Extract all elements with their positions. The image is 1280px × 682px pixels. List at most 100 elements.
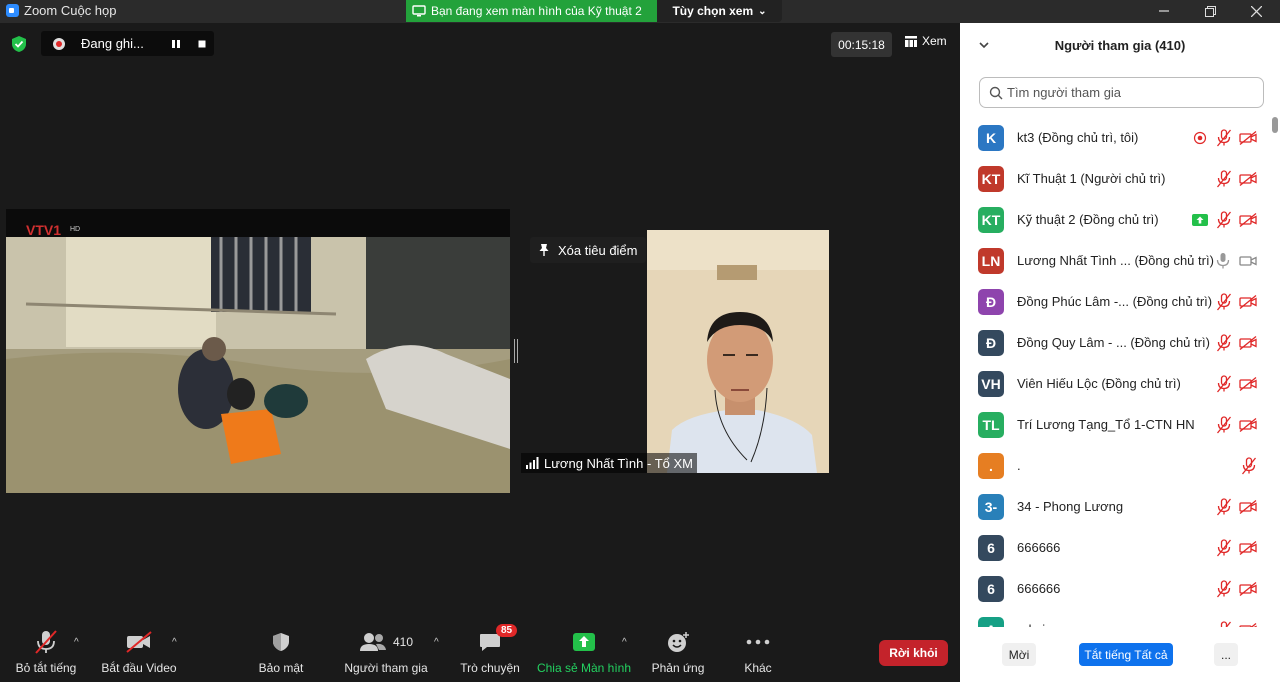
pause-recording-button[interactable] (170, 38, 182, 50)
participant-avatar: Đ (978, 329, 1004, 356)
leave-meeting-button[interactable]: Rời khỏi (879, 640, 948, 666)
recording-icon (1193, 131, 1207, 145)
video-options-caret-icon[interactable]: ^ (172, 637, 177, 648)
participant-row[interactable]: VH Viên Hiếu Lộc (Đồng chủ trì) (960, 363, 1270, 404)
participant-name: Kĩ Thuật 1 (Người chủ trì) (1017, 171, 1166, 186)
resize-divider-handle[interactable] (514, 339, 518, 363)
restore-button[interactable] (1187, 0, 1233, 22)
participant-avatar: Đ (978, 288, 1004, 315)
unmute-button[interactable]: Bỏ tắt tiếng (14, 623, 78, 682)
view-options-button[interactable]: Tùy chọn xem ⌄ (657, 0, 782, 22)
video-camera-off-icon[interactable] (1239, 171, 1257, 186)
participant-list-scrollbar[interactable] (1270, 117, 1278, 627)
participants-button[interactable]: 410 Người tham gia (342, 623, 430, 682)
close-icon (1250, 5, 1262, 17)
microphone-muted-icon[interactable] (1216, 415, 1232, 434)
reactions-button[interactable]: Phản ứng (650, 623, 706, 682)
remove-spotlight-button[interactable]: Xóa tiêu điểm (530, 237, 646, 263)
start-video-label: Bắt đầu Video (101, 661, 177, 675)
microphone-muted-icon[interactable] (1216, 292, 1232, 311)
stop-recording-button[interactable] (196, 38, 208, 50)
video-camera-icon[interactable] (1239, 254, 1257, 268)
scrollbar-thumb[interactable] (1272, 117, 1278, 133)
screen-sharing-icon (1192, 213, 1208, 226)
screen-share-banner: Bạn đang xem màn hình của Kỹ thuật 2 (406, 0, 657, 22)
participant-name: Trí Lương Tạng_Tổ 1-CTN HN (1017, 417, 1195, 432)
microphone-muted-icon[interactable] (1216, 374, 1232, 393)
participant-row[interactable]: Kkt3 (Đồng chủ trì, tôi) (960, 117, 1270, 158)
video-camera-off-icon[interactable] (1239, 294, 1257, 309)
participant-avatar: 6 (978, 534, 1004, 561)
video-camera-off-icon[interactable] (1239, 417, 1257, 432)
participant-row[interactable]: 3- 34 - Phong Lương (960, 486, 1270, 527)
invite-button[interactable]: Mời (1002, 643, 1036, 666)
video-camera-off-icon (126, 631, 152, 653)
participant-name: admin (1017, 622, 1197, 627)
microphone-muted-icon[interactable] (1216, 579, 1232, 598)
video-camera-off-icon[interactable] (1239, 130, 1257, 145)
close-button[interactable] (1233, 0, 1279, 22)
meeting-timer: 00:15:18 (831, 32, 892, 57)
participants-panel: Người tham gia (410) Kkt3 (Đồng chủ trì,… (960, 23, 1280, 682)
participants-options-caret-icon[interactable]: ^ (434, 637, 439, 648)
microphone-muted-icon[interactable] (1216, 620, 1232, 627)
video-camera-off-icon[interactable] (1239, 335, 1257, 350)
start-video-button[interactable]: Bắt đầu Video (100, 623, 178, 682)
window-title: Zoom Cuộc họp (24, 3, 117, 18)
microphone-muted-icon[interactable] (1216, 538, 1232, 557)
participant-row[interactable]: Đ Đồng Quy Lâm - ... (Đồng chủ trì) (960, 322, 1270, 363)
participant-row[interactable]: Đ Đồng Phúc Lâm -... (Đồng chủ trì) (960, 281, 1270, 322)
unmute-label: Bỏ tắt tiếng (15, 661, 77, 675)
security-button[interactable]: Bảo mật (255, 623, 307, 682)
microphone-muted-icon[interactable] (1241, 456, 1257, 475)
participant-avatar: K (978, 124, 1004, 151)
minimize-button[interactable] (1141, 0, 1187, 22)
microphone-muted-icon[interactable] (1216, 333, 1232, 352)
more-button[interactable]: Khác (738, 623, 778, 682)
stop-icon (198, 40, 206, 48)
participant-row[interactable]: 6 666666 (960, 527, 1270, 568)
microphone-icon[interactable] (1216, 252, 1230, 270)
audio-options-caret-icon[interactable]: ^ (74, 637, 79, 648)
chat-unread-badge: 85 (496, 624, 518, 637)
microphone-muted-icon (35, 630, 57, 654)
participants-panel-title: Người tham gia (410) (1054, 38, 1186, 53)
grid-view-icon (905, 35, 917, 47)
video-camera-off-icon[interactable] (1239, 376, 1257, 391)
participant-name: kt3 (Đồng chủ trì, tôi) (1017, 130, 1139, 145)
restore-icon (1204, 5, 1216, 17)
participant-search-input[interactable] (1007, 85, 1247, 100)
video-camera-off-icon[interactable] (1239, 622, 1257, 627)
participant-avatar: LN (978, 247, 1004, 274)
speaker-video-image (647, 230, 829, 473)
video-camera-off-icon[interactable] (1239, 499, 1257, 514)
mute-all-button[interactable]: Tắt tiếng Tất cả (1079, 643, 1173, 666)
chat-button[interactable]: 85 Trò chuyện (459, 623, 521, 682)
participant-row[interactable]: .. (960, 445, 1270, 486)
share-screen-button[interactable]: Chia sẻ Màn hình (536, 623, 632, 682)
meeting-toolbar: Bỏ tắt tiếng ^ Bắt đầu Video ^ Bảo mật 4… (0, 623, 960, 682)
microphone-muted-icon[interactable] (1216, 128, 1232, 147)
view-button[interactable]: Xem (905, 34, 947, 48)
view-options-label: Tùy chọn xem (672, 4, 754, 18)
participant-row[interactable]: KT Kĩ Thuật 1 (Người chủ trì) (960, 158, 1270, 199)
participant-row[interactable]: Aadmin (960, 609, 1270, 627)
microphone-muted-icon[interactable] (1216, 497, 1232, 516)
participant-avatar: 6 (978, 575, 1004, 602)
participant-search[interactable] (979, 77, 1264, 108)
participant-row[interactable]: 6 666666 (960, 568, 1270, 609)
more-options-button[interactable]: ... (1214, 643, 1238, 666)
participant-row[interactable]: LN Lương Nhất Tình ... (Đồng chủ trì) (960, 240, 1270, 281)
microphone-muted-icon[interactable] (1216, 169, 1232, 188)
participant-row[interactable]: KT Kỹ thuật 2 (Đồng chủ trì) (960, 199, 1270, 240)
encryption-shield-icon[interactable] (11, 35, 27, 58)
share-options-caret-icon[interactable]: ^ (622, 637, 627, 648)
microphone-muted-icon[interactable] (1216, 210, 1232, 229)
emoji-reaction-icon (668, 632, 689, 652)
participant-row[interactable]: TL Trí Lương Tạng_Tổ 1-CTN HN (960, 404, 1270, 445)
video-camera-off-icon[interactable] (1239, 581, 1257, 596)
meeting-stage: Đang ghi... 00:15:18 Xem VTV1 HD Xóa tiê… (0, 23, 960, 623)
video-camera-off-icon[interactable] (1239, 540, 1257, 555)
participant-name: 34 - Phong Lương (1017, 499, 1124, 514)
video-camera-off-icon[interactable] (1239, 212, 1257, 227)
